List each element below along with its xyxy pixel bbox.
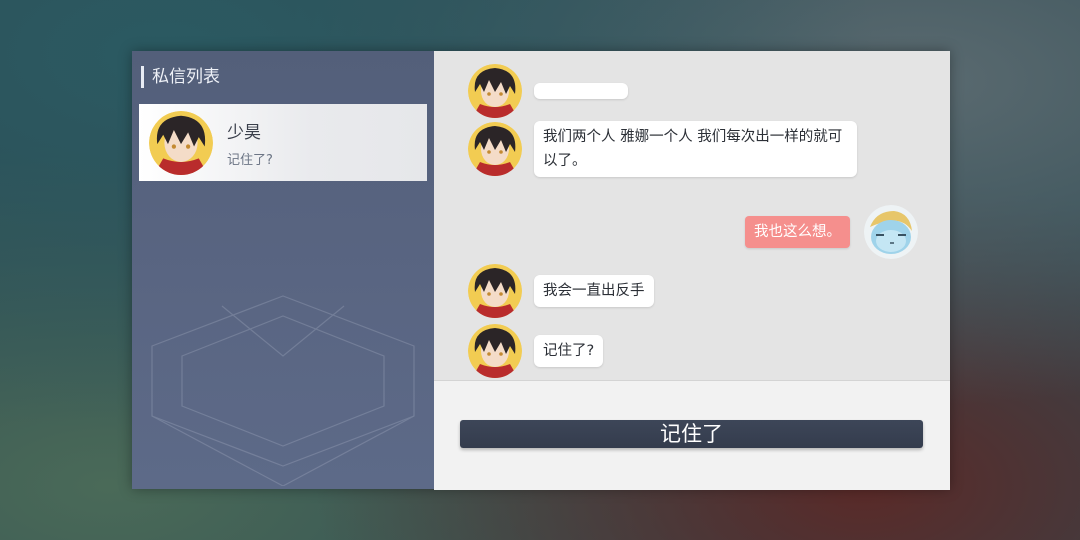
conversation-list-title: 私信列表 [141, 66, 220, 88]
message-bubble: 我们两个人 雅娜一个人 我们每次出一样的就可以了。 [534, 121, 857, 177]
message-list[interactable]: 我们两个人 雅娜一个人 我们每次出一样的就可以了。 我也这么想。 我会一直出反手… [434, 51, 950, 380]
conversation-list-panel: 私信列表 少昊 记住了? [132, 51, 434, 489]
contact-name: 少昊 [227, 122, 261, 143]
shaohao-avatar-icon [468, 324, 522, 378]
reply-option-button[interactable]: 记住了 [460, 420, 923, 448]
background-pattern-icon [151, 295, 415, 486]
contact-last-message: 记住了? [227, 152, 273, 168]
message-bubble [534, 83, 628, 99]
message-row: 记住了? [468, 324, 604, 378]
shaohao-avatar-icon [468, 64, 522, 118]
shaohao-avatar-icon [468, 264, 522, 318]
message-bubble: 我会一直出反手 [534, 275, 654, 307]
message-row [468, 64, 628, 118]
chat-panel: 我们两个人 雅娜一个人 我们每次出一样的就可以了。 我也这么想。 我会一直出反手… [434, 51, 950, 490]
message-bubble: 记住了? [534, 335, 604, 367]
message-row: 我们两个人 雅娜一个人 我们每次出一样的就可以了。 [468, 121, 857, 177]
my-message-row: 我也这么想。 [745, 205, 918, 259]
message-row: 我会一直出反手 [468, 264, 654, 318]
my-message-bubble: 我也这么想。 [745, 216, 850, 248]
message-window: 私信列表 少昊 记住了? 我们两个人 雅娜一个人 我们每次出一样的就可以了。 我… [132, 51, 950, 490]
reply-options-area: 记住了 [434, 380, 950, 490]
shaohao-avatar-icon [468, 122, 522, 176]
contact-item-shaohao[interactable]: 少昊 记住了? [139, 104, 427, 181]
player-avatar-icon [864, 205, 918, 259]
shaohao-avatar-icon [149, 110, 213, 175]
